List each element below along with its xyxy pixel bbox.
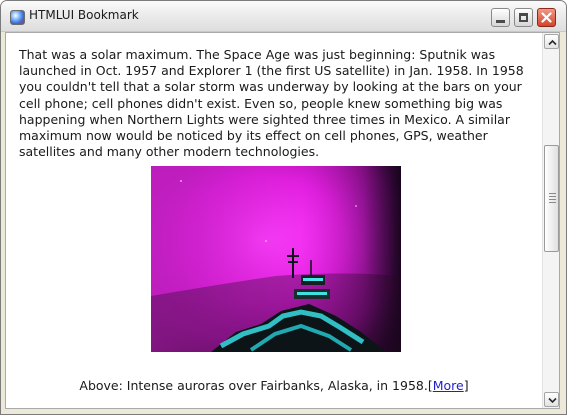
caption-bracket-close: ] — [463, 378, 469, 393]
scroll-up-arrow-icon — [548, 39, 557, 46]
scroll-down-button[interactable] — [544, 392, 559, 407]
scroll-thumb[interactable] — [544, 145, 559, 252]
caption-text: Above: Intense auroras over Fairbanks, A… — [79, 378, 428, 393]
scroll-down-arrow-icon — [548, 397, 557, 404]
thumb-grip-line — [549, 202, 556, 203]
title-bar[interactable]: HTMLUI Bookmark — [1, 1, 566, 32]
close-icon — [541, 12, 552, 23]
article-paragraph: That was a solar maximum. The Space Age … — [19, 47, 524, 160]
scroll-up-button[interactable] — [544, 34, 559, 49]
image-caption: Above: Intense auroras over Fairbanks, A… — [6, 378, 542, 393]
aurora-photo — [151, 166, 401, 352]
minimize-icon — [496, 20, 505, 23]
thumb-grip-line — [549, 193, 556, 194]
minimize-button[interactable] — [491, 8, 510, 27]
maximize-button[interactable] — [514, 8, 533, 27]
thumb-grip-line — [549, 199, 556, 200]
window-title: HTMLUI Bookmark — [29, 8, 139, 22]
vertical-scrollbar[interactable] — [542, 33, 559, 408]
close-button[interactable] — [537, 8, 556, 27]
app-icon — [10, 10, 25, 25]
aurora-image — [151, 166, 401, 352]
more-link[interactable]: More — [433, 378, 464, 393]
content-pane: That was a solar maximum. The Space Age … — [5, 32, 560, 409]
app-window: HTMLUI Bookmark That was a solar maximum… — [0, 0, 567, 415]
thumb-grip-line — [549, 196, 556, 197]
maximize-icon — [519, 13, 528, 22]
